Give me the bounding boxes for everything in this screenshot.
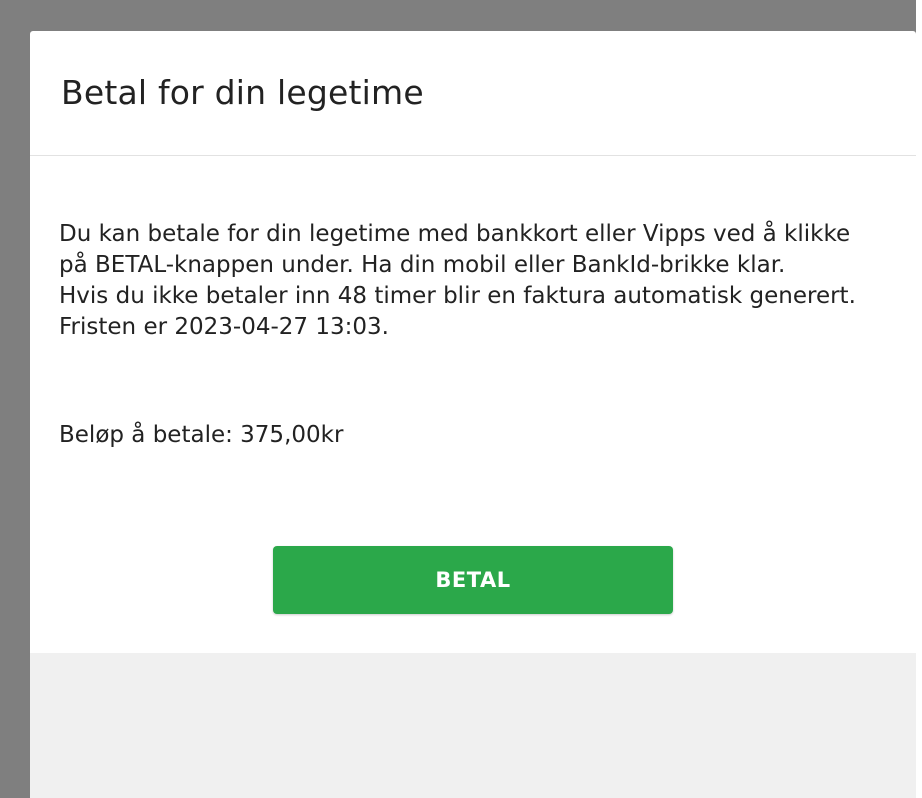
- instructions-paragraph-2: Hvis du ikke betaler inn 48 timer blir e…: [59, 283, 856, 340]
- payment-dialog: Betal for din legetime Du kan betale for…: [30, 31, 916, 798]
- dialog-title: Betal for din legetime: [61, 73, 424, 112]
- dialog-footer: [30, 653, 916, 798]
- amount-due: Beløp å betale: 375,00kr: [59, 422, 344, 448]
- page-edge: [916, 0, 922, 798]
- pay-button[interactable]: BETAL: [273, 546, 673, 614]
- dialog-header: Betal for din legetime: [30, 31, 916, 156]
- instructions-paragraph-1: Du kan betale for din legetime med bankk…: [59, 221, 851, 278]
- dialog-body: Du kan betale for din legetime med bankk…: [30, 156, 916, 653]
- payment-instructions: Du kan betale for din legetime med bankk…: [59, 219, 879, 343]
